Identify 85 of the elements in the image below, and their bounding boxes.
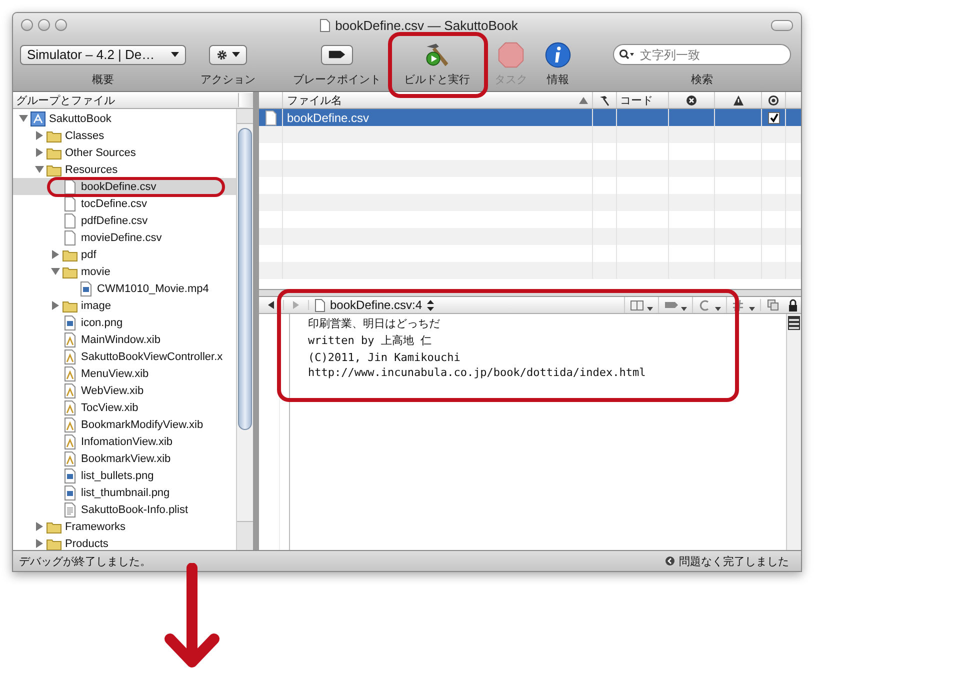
pane-toggle-icon[interactable] [238, 93, 253, 107]
close-button[interactable] [21, 19, 33, 31]
book-icon [630, 298, 646, 312]
status-message: デバッグが終了しました。 [19, 554, 151, 568]
tree-item[interactable]: Resources [13, 161, 236, 178]
toolbar-label: 検索 [691, 72, 713, 87]
tree-item[interactable]: SakuttoBook-Info.plist [13, 501, 236, 518]
interface-file-icon [62, 332, 78, 348]
column-header[interactable]: ファイル名 [287, 92, 342, 108]
toolbar-toggle-button[interactable] [771, 20, 793, 30]
image-file-icon [62, 484, 78, 500]
hammer-icon [599, 94, 610, 106]
search-field[interactable]: 文字列一致 [613, 44, 791, 65]
interface-file-icon [62, 382, 78, 398]
tree-item[interactable]: BookmarkModifyView.xib [13, 416, 236, 433]
toolbar-label: ブレークポイント [293, 72, 381, 87]
code-line: written by 上高地 仁 [308, 333, 432, 349]
sort-ascending-icon [579, 96, 588, 104]
code-line: (C)2011, Jin Kamikouchi [308, 350, 462, 366]
document-icon [315, 298, 325, 312]
breakpoint-icon [328, 50, 346, 59]
toolbar-label: ビルドと実行 [404, 72, 470, 87]
tree-item[interactable]: Products [13, 535, 236, 550]
image-file-icon [78, 280, 94, 296]
tree-item[interactable]: SakuttoBook [13, 110, 236, 127]
interface-file-icon [62, 434, 78, 450]
project-icon [30, 110, 46, 126]
tree-item[interactable]: pdfDefine.csv [13, 212, 236, 229]
tree-item[interactable]: BookmarkView.xib [13, 450, 236, 467]
tree-item[interactable]: TocView.xib [13, 399, 236, 416]
interface-file-icon [62, 400, 78, 416]
tree-item[interactable]: icon.png [13, 314, 236, 331]
column-header[interactable]: コード [620, 92, 653, 108]
code-line: 印刷営業、明日はどっちだ [308, 316, 441, 332]
status-result: 問題なく完了しました [679, 554, 789, 568]
minimize-button[interactable] [38, 19, 50, 31]
target-icon [768, 94, 779, 106]
error-icon [686, 94, 697, 106]
checkbox[interactable] [768, 112, 780, 124]
tree-item[interactable]: InfomationView.xib [13, 433, 236, 450]
stepper-icon [427, 300, 434, 310]
document-icon [62, 230, 78, 246]
tree-item[interactable]: pdf [13, 246, 236, 263]
tree-item[interactable]: SakuttoBookViewController.x [13, 348, 236, 365]
toolbar-label: 情報 [547, 73, 569, 87]
tree-item[interactable]: CWM1010_Movie.mp4 [13, 280, 236, 297]
tree-item[interactable]: WebView.xib [13, 382, 236, 399]
info-icon [544, 40, 572, 68]
tree-item[interactable]: movie [13, 263, 236, 280]
split-editor-icon[interactable] [788, 316, 800, 330]
disclosure-triangle-icon [51, 301, 60, 310]
document-icon [62, 212, 78, 228]
scheme-popup[interactable]: Simulator – 4.2 | De… [20, 44, 186, 64]
stop-sign-icon [497, 40, 525, 68]
tree-item[interactable]: list_thumbnail.png [13, 484, 236, 501]
tree-item[interactable]: tocDefine.csv [13, 195, 236, 212]
interface-file-icon [62, 450, 78, 466]
warning-icon [732, 94, 744, 106]
tree-item[interactable]: MenuView.xib [13, 365, 236, 382]
toolbar-label: 概要 [92, 73, 114, 87]
action-button[interactable] [209, 44, 247, 64]
table-row[interactable]: bookDefine.csv [259, 109, 801, 126]
breakpoint-button[interactable] [321, 44, 353, 64]
zoom-button[interactable] [55, 19, 67, 31]
search-icon [619, 49, 635, 59]
tree-item[interactable]: MainWindow.xib [13, 331, 236, 348]
interface-file-icon [62, 348, 78, 364]
image-file-icon [62, 468, 78, 484]
window-title: bookDefine.csv — SakuttoBook [335, 18, 518, 32]
tree-item[interactable]: Classes [13, 127, 236, 144]
code-line: http://www.incunabula.co.jp/book/dottida/index.html [308, 366, 647, 379]
interface-file-icon [62, 366, 78, 382]
tree-item[interactable]: image [13, 297, 236, 314]
tree-item[interactable]: Other Sources [13, 144, 236, 161]
document-icon [62, 178, 78, 194]
image-file-icon [62, 314, 78, 330]
table-cell: bookDefine.csv [287, 110, 370, 124]
gear-icon [216, 48, 228, 60]
tree-item[interactable]: movieDefine.csv [13, 229, 236, 246]
document-icon [320, 18, 330, 32]
toolbar-label: アクション [200, 73, 256, 87]
tree-item[interactable]: Frameworks [13, 518, 236, 535]
list-file-icon [62, 502, 78, 518]
interface-file-icon [62, 416, 78, 432]
tree-item[interactable]: list_bullets.png [13, 467, 236, 484]
